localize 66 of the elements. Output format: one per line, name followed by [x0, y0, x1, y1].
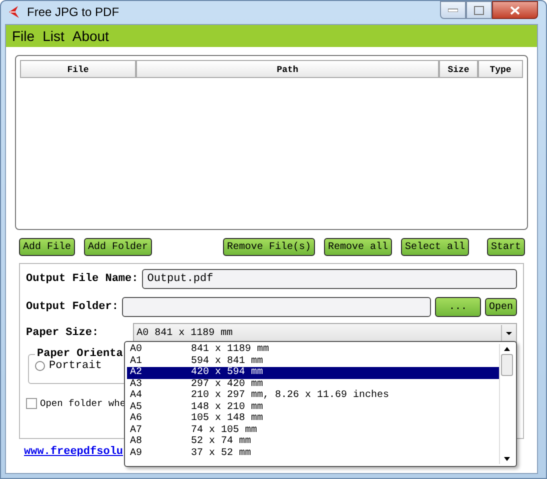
paper-size-option[interactable]: A0 841 x 1189 mm [127, 344, 499, 356]
menu-item[interactable]: About [72, 28, 109, 44]
paper-size-option[interactable]: A2 420 x 594 mm [127, 367, 499, 378]
paper-size-option[interactable]: A6 105 x 148 mm [127, 413, 499, 424]
website-link[interactable]: www.freepdfsolu [24, 446, 124, 458]
scroll-thumb[interactable] [501, 354, 513, 376]
size-dimensions: 148 x 210 mm [191, 402, 264, 413]
app-logo-icon [7, 5, 21, 19]
size-dimensions: 105 x 148 mm [191, 413, 264, 424]
paper-size-option[interactable]: A3 297 x 420 mm [127, 378, 499, 390]
minimize-button[interactable] [440, 1, 466, 19]
list-action-button[interactable]: Select all [400, 238, 469, 256]
size-dimensions: 841 x 1189 mm [191, 344, 270, 356]
paper-size-option[interactable]: A4 210 x 297 mm, 8.26 x 11.69 inches [127, 390, 499, 402]
size-name: A0 [130, 344, 144, 356]
size-name: A2 [130, 367, 144, 378]
open-folder-button[interactable]: Open [484, 298, 517, 316]
maximize-button[interactable] [466, 1, 492, 19]
field-label: Output File Name: [26, 273, 138, 285]
paper-size-dropdown[interactable]: A0 841 x 1189 mm [132, 323, 517, 343]
size-dimensions: 297 x 420 mm [191, 378, 264, 390]
checkbox[interactable] [26, 398, 37, 409]
paper-size-option[interactable]: A7 74 x 105 mm [127, 424, 499, 436]
maximize-icon [474, 6, 484, 14]
size-name: A9 [130, 448, 144, 459]
field-label: Paper Size: [26, 327, 99, 339]
close-icon [510, 6, 520, 14]
list-action-button[interactable]: Remove File(s) [222, 238, 315, 256]
start-button[interactable]: Start [486, 238, 525, 256]
column-header[interactable]: File [20, 60, 136, 78]
size-dimensions: 52 x 74 mm [191, 436, 252, 448]
size-dimensions: 420 x 594 mm [191, 367, 264, 378]
minimize-icon [448, 8, 458, 12]
window-title: Free JPG to PDF [27, 5, 120, 19]
paper-size-option[interactable]: A9 37 x 52 mm [127, 448, 499, 459]
list-action-button[interactable]: Remove all [324, 238, 392, 256]
size-name: A1 [130, 356, 144, 367]
radio-button[interactable] [35, 361, 45, 371]
size-dimensions: 74 x 105 mm [191, 424, 258, 436]
list-action-button[interactable]: Add File [19, 238, 76, 256]
paper-size-option[interactable]: A8 52 x 74 mm [127, 436, 499, 448]
size-name: A6 [130, 413, 144, 424]
scrollbar[interactable] [499, 344, 514, 464]
menu-item[interactable]: File [12, 28, 35, 44]
paper-size-option[interactable]: A1 594 x 841 mm [127, 356, 499, 367]
list-action-button[interactable]: Add Folder [84, 238, 152, 256]
size-dimensions: 37 x 52 mm [191, 448, 252, 459]
column-header[interactable]: Path [136, 60, 439, 78]
group-title: Paper Orienta [36, 348, 124, 360]
menu-item[interactable]: List [42, 28, 64, 44]
paper-size-option[interactable]: A5 148 x 210 mm [127, 402, 499, 413]
field-label: Output Folder: [26, 301, 118, 313]
size-name: A5 [130, 402, 144, 413]
size-name: A4 [130, 390, 144, 402]
size-dimensions: 210 x 297 mm, 8.26 x 11.69 inches [191, 390, 390, 402]
radio-label: Portrait [49, 360, 102, 372]
close-button[interactable] [492, 1, 538, 19]
output-folder-field[interactable] [122, 297, 431, 317]
size-name: A3 [130, 378, 144, 390]
size-dimensions: 594 x 841 mm [191, 356, 264, 367]
column-header[interactable]: Size [439, 60, 478, 78]
size-name: A7 [130, 424, 144, 436]
browse-button[interactable]: ... [434, 297, 481, 317]
size-name: A8 [130, 436, 144, 448]
column-header[interactable]: Type [478, 60, 523, 78]
output-file-name-field[interactable]: Output.pdf [142, 269, 517, 289]
